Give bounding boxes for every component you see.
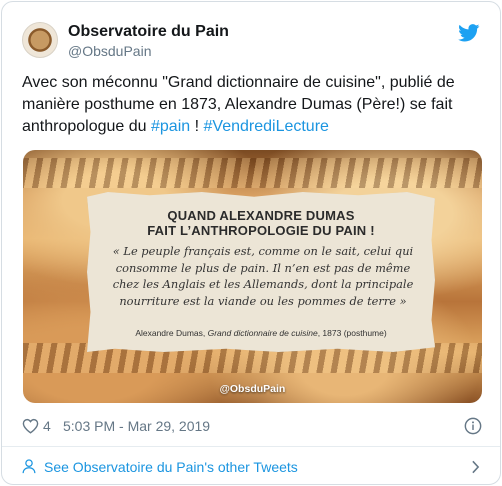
chevron-right-icon[interactable] xyxy=(471,460,480,474)
image-title-line: QUAND ALEXANDRE DUMAS xyxy=(167,208,355,223)
twitter-bird-icon[interactable] xyxy=(458,24,480,42)
person-icon xyxy=(22,459,36,474)
tweet-text-separator: ! xyxy=(190,118,204,135)
hashtag-link[interactable]: #pain xyxy=(151,118,190,135)
see-more-tweets-link[interactable]: See Observatoire du Pain's other Tweets xyxy=(22,456,482,478)
image-title: QUAND ALEXANDRE DUMAS FAIT L’ANTHROPOLOG… xyxy=(87,208,435,238)
tweet-meta: 4 5:03 PM - Mar 29, 2019 xyxy=(22,416,482,438)
quote-line: consomme le plus de pain. Il n’en est pa… xyxy=(115,260,411,275)
info-icon[interactable] xyxy=(464,417,482,435)
author-name[interactable]: Observatoire du Pain xyxy=(68,23,229,41)
image-citation: Alexandre Dumas, Grand dictionnaire de c… xyxy=(87,328,435,338)
author-handle[interactable]: @ObsduPain xyxy=(68,43,151,59)
quote-paper: QUAND ALEXANDRE DUMAS FAIT L’ANTHROPOLOG… xyxy=(87,192,435,352)
tweet-header: Observatoire du Pain @ObsduPain xyxy=(22,22,480,62)
quote-line: « Le peuple français est, comme on le sa… xyxy=(112,244,414,258)
quote-line: nourriture est la viande ou les pommes d… xyxy=(119,293,407,308)
hashtag-link[interactable]: #VendrediLecture xyxy=(204,118,329,135)
avatar[interactable] xyxy=(22,22,58,58)
heart-icon[interactable] xyxy=(22,418,39,434)
tweet-card: Observatoire du Pain @ObsduPain Avec son… xyxy=(1,1,501,485)
citation-rest: , 1873 (posthume) xyxy=(317,328,387,338)
image-watermark: @ObsduPain xyxy=(219,383,286,395)
citation-work: Grand dictionnaire de cuisine xyxy=(207,328,318,338)
citation-author: Alexandre Dumas, xyxy=(135,328,208,338)
tweet-image[interactable]: QUAND ALEXANDRE DUMAS FAIT L’ANTHROPOLOG… xyxy=(23,150,482,403)
see-more-tweets-label[interactable]: See Observatoire du Pain's other Tweets xyxy=(44,459,298,475)
divider xyxy=(2,446,500,447)
image-quote: « Le peuple français est, comme on le sa… xyxy=(101,243,425,309)
tweet-text: Avec son méconnu "Grand dictionnaire de … xyxy=(22,72,482,138)
image-title-line: FAIT L’ANTHROPOLOGIE DU PAIN ! xyxy=(147,223,375,238)
quote-line: chez les Anglais et les Allemands, dont … xyxy=(112,277,414,291)
tweet-timestamp[interactable]: 5:03 PM - Mar 29, 2019 xyxy=(63,418,210,434)
like-count[interactable]: 4 xyxy=(43,418,51,434)
bread-crust-texture xyxy=(23,158,482,188)
